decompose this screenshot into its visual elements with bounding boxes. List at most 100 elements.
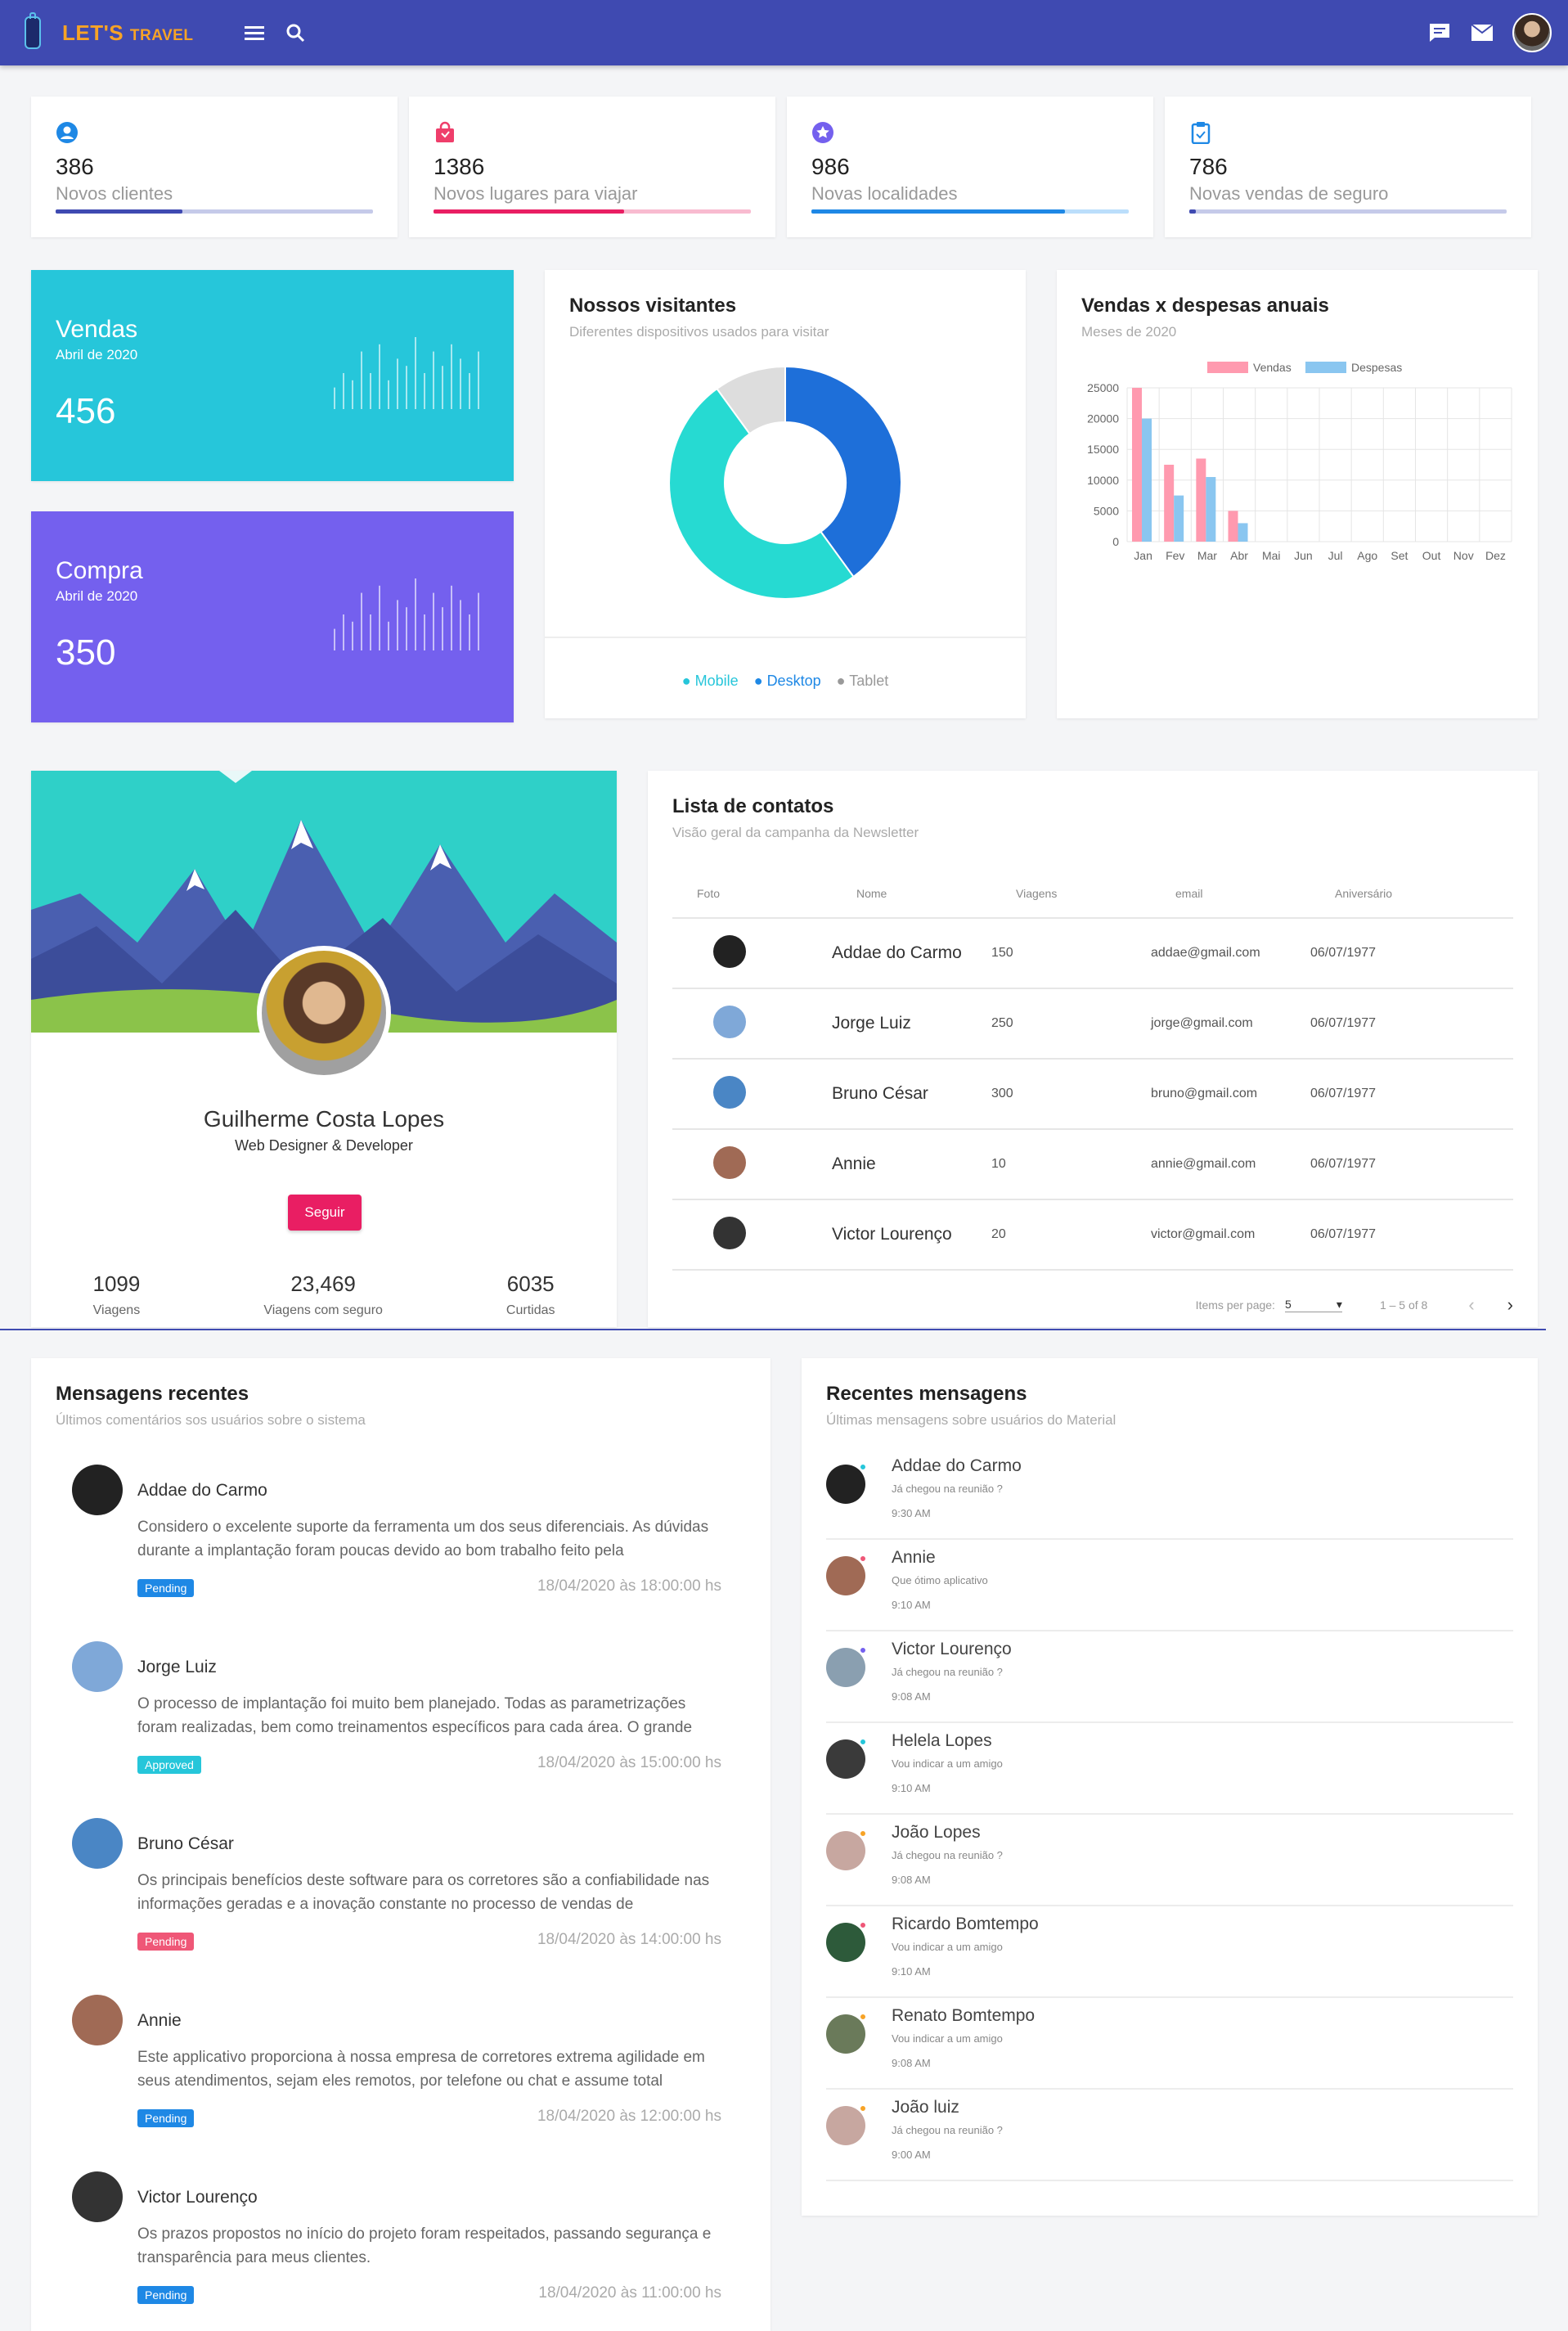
- message-item[interactable]: Addae do Carmo Já chegou na reunião ? 9:30…: [826, 1448, 1513, 1540]
- avatar[interactable]: [826, 1465, 865, 1504]
- legend-label[interactable]: Vendas: [1253, 361, 1292, 374]
- legend-desktop[interactable]: ● Desktop: [754, 673, 821, 689]
- avatar[interactable]: [72, 1995, 123, 2045]
- col-email[interactable]: email: [1151, 869, 1310, 919]
- status-badge: Pending: [137, 2286, 195, 2304]
- bar-despesas[interactable]: [1174, 495, 1184, 542]
- message-item[interactable]: João Lopes Já chegou na reunião ? 9:08 AM: [826, 1815, 1513, 1906]
- sparkline-bar: [469, 614, 470, 650]
- comment-item[interactable]: Annie Este applicativo proporciona à noss…: [72, 1995, 721, 2142]
- avatar[interactable]: [713, 934, 746, 968]
- legend-mobile[interactable]: ● Mobile: [682, 673, 739, 689]
- table-row[interactable]: Bruno César 300 bruno@gmail.com 06/07/1977: [672, 1059, 1513, 1130]
- contact-photo: [672, 988, 832, 1060]
- bar-despesas[interactable]: [1206, 477, 1216, 542]
- avatar[interactable]: [826, 1648, 865, 1687]
- avatar[interactable]: [72, 1818, 123, 1869]
- stat-label: Novos lugares para viajar: [434, 183, 638, 204]
- menu-icon[interactable]: [242, 20, 267, 45]
- message-time: 9:10 AM: [892, 1965, 931, 1978]
- message-item[interactable]: Ricardo Bomtempo Vou indicar a um amigo 9:…: [826, 1906, 1513, 1998]
- card-title: Nossos visitantes: [569, 295, 737, 317]
- status-dot: [859, 1738, 867, 1746]
- page-size-select[interactable]: 5 ▾: [1284, 1298, 1342, 1312]
- message-item[interactable]: Victor Lourenço Já chegou na reunião ? 9:0…: [826, 1631, 1513, 1723]
- card-title: Vendas x despesas anuais: [1081, 295, 1329, 317]
- contact-photo: [672, 1129, 832, 1200]
- user-avatar[interactable]: [1512, 13, 1552, 52]
- follow-button[interactable]: Seguir: [288, 1195, 362, 1231]
- sparkline-bar: [343, 373, 344, 409]
- message-item[interactable]: Renato Bomtempo Vou indicar a um amigo 9:0…: [826, 1998, 1513, 2090]
- sparkline-bar: [478, 592, 479, 650]
- avatar[interactable]: [826, 1556, 865, 1595]
- kpi-card-purchases: Compra Abril de 2020 350: [31, 511, 514, 722]
- message-item[interactable]: Annie Que ótimo aplicativo 9:10 AM: [826, 1540, 1513, 1631]
- bar-vendas[interactable]: [1164, 465, 1175, 542]
- visitors-card: Nossos visitantes Diferentes dispositivo…: [545, 270, 1026, 718]
- bar-chart: Vendas Despesas 25000 20000 15000 10000 5000 0 J…: [1087, 361, 1512, 562]
- prev-page-icon[interactable]: ‹: [1468, 1294, 1474, 1316]
- search-icon[interactable]: [283, 20, 308, 45]
- comment-item[interactable]: Victor Lourenço Os prazos propostos no in…: [72, 2171, 721, 2319]
- sparkline-bar: [433, 592, 434, 650]
- message-text: Que ótimo aplicativo: [892, 1574, 988, 1586]
- contact-birthday: 06/07/1977: [1310, 988, 1513, 1060]
- message-item[interactable]: João luiz Já chegou na reunião ? 9:00 AM: [826, 2090, 1513, 2181]
- avatar[interactable]: [713, 1145, 746, 1179]
- comment-author: Addae do Carmo: [137, 1481, 267, 1500]
- table-row[interactable]: Jorge Luiz 250 jorge@gmail.com 06/07/1977: [672, 988, 1513, 1060]
- comment-item[interactable]: Jorge Luiz O processo de implantação foi …: [72, 1641, 721, 1789]
- bar-despesas[interactable]: [1238, 523, 1248, 542]
- avatar[interactable]: [72, 1465, 123, 1515]
- avatar[interactable]: [713, 1075, 746, 1109]
- avatar[interactable]: [826, 2014, 865, 2054]
- brand-logo[interactable]: LET'S TRAVEL: [25, 12, 193, 49]
- paginator-range: 1 – 5 of 8: [1379, 1298, 1428, 1312]
- avatar[interactable]: [826, 1739, 865, 1779]
- avatar[interactable]: [826, 1923, 865, 1962]
- avatar[interactable]: [826, 1831, 865, 1870]
- stat-label: Novas vendas de seguro: [1189, 183, 1389, 204]
- x-tick-label: Fev: [1166, 549, 1184, 562]
- table-row[interactable]: Addae do Carmo 150 addae@gmail.com 06/07/19…: [672, 918, 1513, 989]
- legend-tablet[interactable]: ● Tablet: [837, 673, 889, 689]
- comment-date: 18/04/2020 às 11:00:00 hs: [538, 2284, 721, 2302]
- avatar[interactable]: [713, 1005, 746, 1038]
- avatar[interactable]: [72, 1641, 123, 1692]
- avatar[interactable]: [72, 2171, 123, 2222]
- next-page-icon[interactable]: ›: [1507, 1294, 1513, 1316]
- bar-vendas[interactable]: [1196, 458, 1206, 542]
- message-time: 9:30 AM: [892, 1507, 931, 1519]
- sparkline-bars: [334, 578, 479, 650]
- col-photo[interactable]: Foto: [672, 869, 832, 919]
- bar-vendas[interactable]: [1228, 511, 1238, 542]
- contacts-table: Foto Nome Viagens email Aniversário Adda…: [672, 869, 1513, 1271]
- table-row[interactable]: Annie 10 annie@gmail.com 06/07/1977: [672, 1129, 1513, 1200]
- comment-item[interactable]: Bruno César Os principais benefícios dest…: [72, 1818, 721, 1965]
- legend-label[interactable]: Despesas: [1351, 361, 1402, 374]
- avatar[interactable]: [826, 2106, 865, 2145]
- comment-date: 18/04/2020 às 14:00:00 hs: [537, 1931, 721, 1948]
- sparkline-bar: [433, 351, 434, 409]
- avatar[interactable]: [713, 1216, 746, 1249]
- profile-stat-trips: 1099 Viagens: [92, 1271, 141, 1317]
- message-time: 9:08 AM: [892, 1690, 931, 1703]
- col-birthday[interactable]: Aniversário: [1310, 869, 1513, 919]
- comment-item[interactable]: Addae do Carmo Considero o excelente supo…: [72, 1465, 721, 1612]
- stat-value: 786: [1189, 154, 1228, 179]
- profile-avatar[interactable]: [257, 946, 391, 1080]
- message-item[interactable]: Helela Lopes Vou indicar a um amigo 9:10 A…: [826, 1723, 1513, 1815]
- col-trips[interactable]: Viagens: [991, 869, 1151, 919]
- bar-vendas[interactable]: [1132, 388, 1142, 542]
- stat-value: 1386: [434, 154, 485, 179]
- col-name[interactable]: Nome: [832, 869, 991, 919]
- comment-text: Os prazos propostos no início do projeto…: [137, 2225, 712, 2266]
- table-row[interactable]: Victor Lourenço 20 victor@gmail.com 06/07/1…: [672, 1199, 1513, 1271]
- bar-despesas[interactable]: [1142, 418, 1152, 542]
- chat-icon[interactable]: [1427, 20, 1452, 45]
- profile-stat-insured: 23,469 Viagens com seguro: [263, 1271, 383, 1317]
- mail-icon[interactable]: [1470, 20, 1494, 45]
- message-author: Victor Lourenço: [892, 1640, 1012, 1658]
- stat-value: 386: [56, 154, 94, 179]
